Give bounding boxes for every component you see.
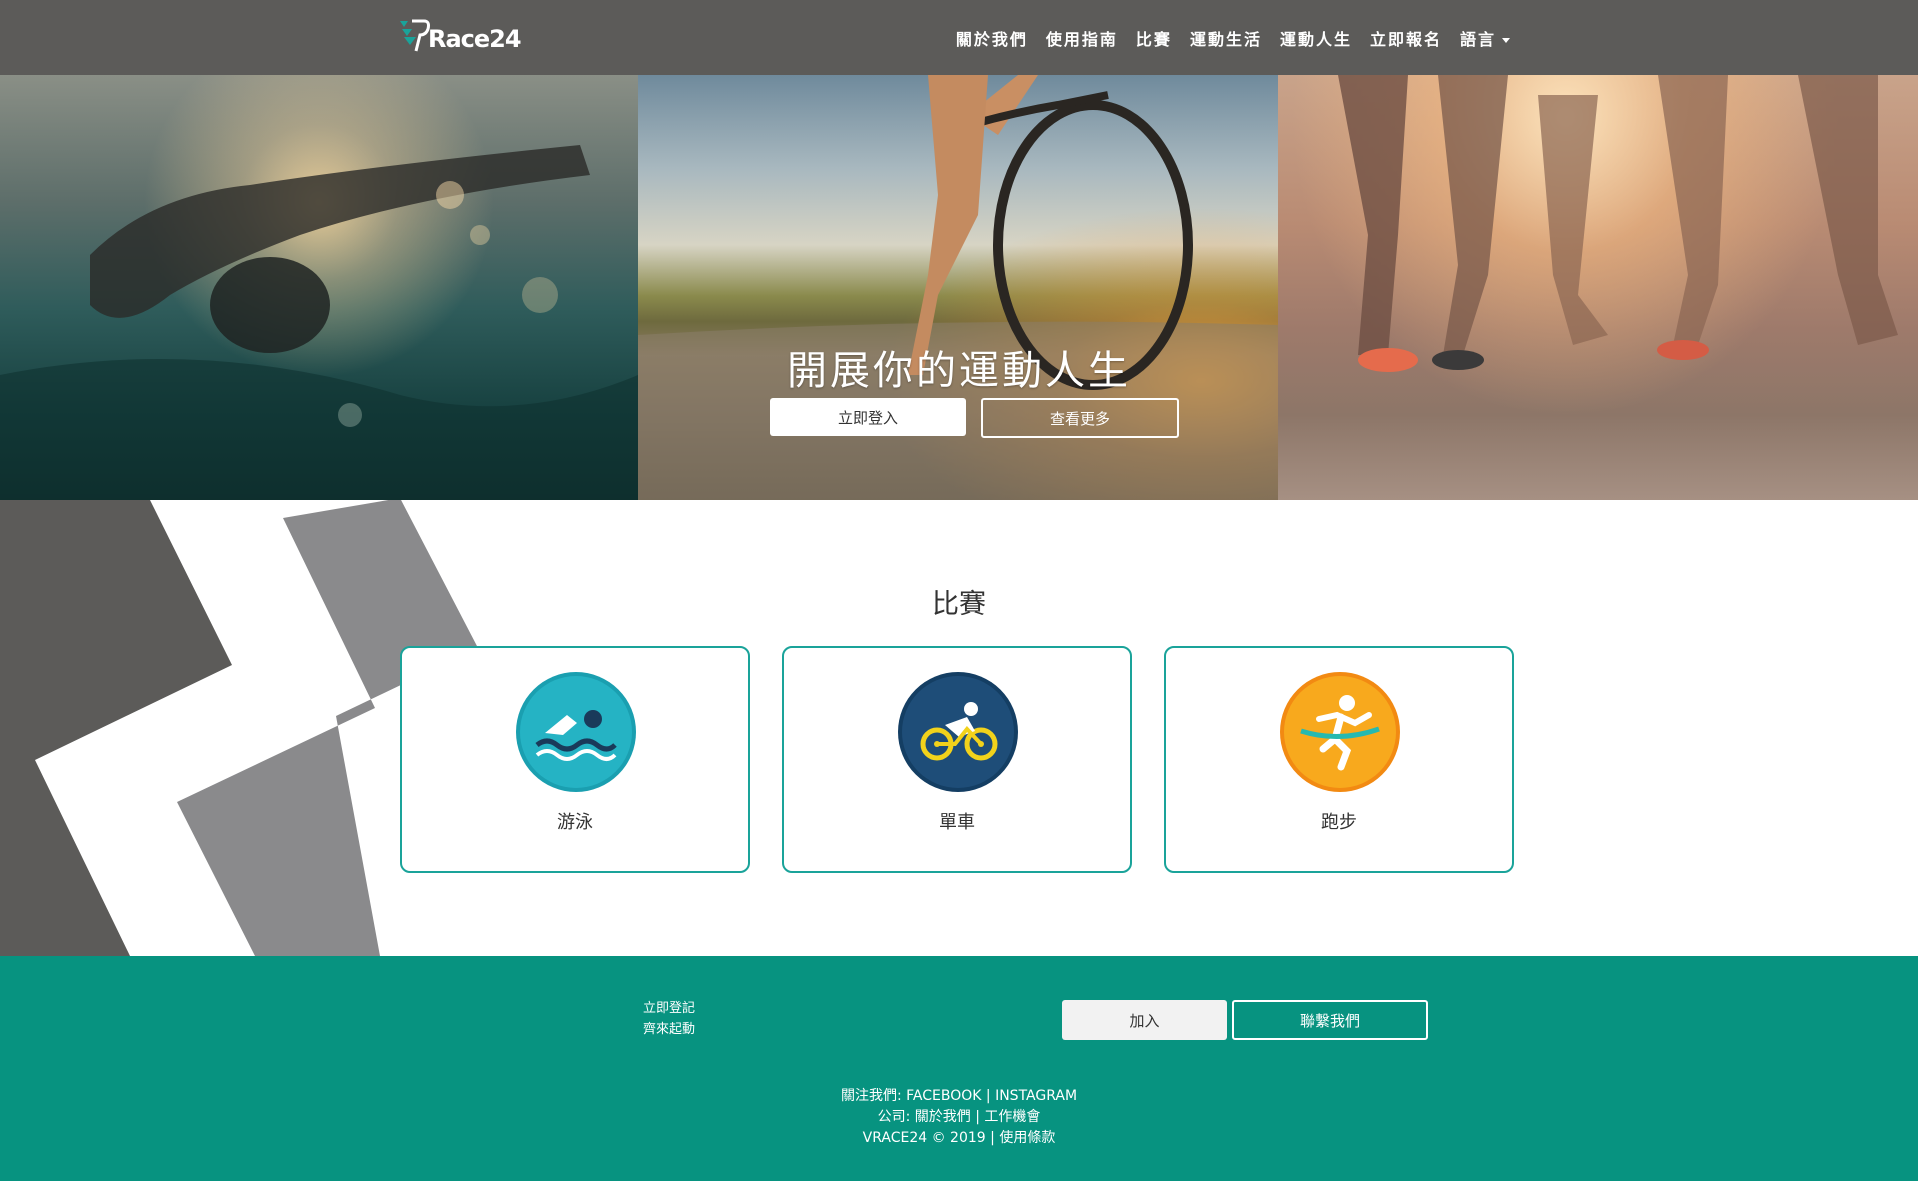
company-label: 公司: [877, 1109, 911, 1125]
race-card-running[interactable]: 跑步 [1164, 646, 1514, 873]
hero-title: 開展你的運動人生 [787, 348, 1131, 394]
running-icon [1280, 672, 1400, 792]
nav-item-guide[interactable]: 使用指南 [1046, 26, 1118, 50]
instagram-link[interactable]: INSTAGRAM [995, 1088, 1077, 1104]
cta-line-1: 立即登記 [643, 1001, 696, 1016]
section-title: 比賽 [932, 589, 986, 620]
hero-image-swimming [0, 75, 638, 500]
language-dropdown[interactable]: 語言 [1460, 26, 1510, 50]
races-section: 比賽 游泳 單車 跑步 [0, 500, 1918, 956]
hero-image-running [1278, 75, 1918, 500]
brand-logo[interactable]: Race24 [398, 17, 538, 57]
nav-menu: 關於我們 使用指南 比賽 運動生活 運動人生 立即報名 語言 [956, 0, 1510, 75]
race-card-label: 跑步 [1321, 812, 1357, 833]
navbar: Race24 關於我們 使用指南 比賽 運動生活 運動人生 立即報名 語言 [0, 0, 1918, 75]
hero-image-cycling [638, 75, 1278, 500]
swimmer-silhouette [0, 145, 638, 500]
logo-text: Race24 [428, 25, 522, 53]
cycling-icon [898, 672, 1018, 792]
runners-silhouette [1338, 75, 1898, 372]
race-card-cycling[interactable]: 單車 [782, 646, 1132, 873]
nav-item-sports-living[interactable]: 運動生活 [1190, 26, 1262, 50]
about-link[interactable]: 關於我們 [915, 1109, 971, 1125]
caret-down-icon [1502, 37, 1510, 43]
footer-cta: 立即登記 齊來起動 [643, 998, 695, 1040]
bicycle-silhouette [638, 75, 1278, 500]
language-label: 語言 [1459, 29, 1496, 49]
cta-line-2: 齊來起動 [643, 1022, 696, 1037]
footer-company-row: 公司: 關於我們 | 工作機會 [0, 1107, 1918, 1128]
footer-info: 關注我們: FACEBOOK | INSTAGRAM 公司: 關於我們 | 工作… [0, 1086, 1918, 1149]
login-button[interactable]: 立即登入 [770, 398, 966, 436]
footer-social-row: 關注我們: FACEBOOK | INSTAGRAM [0, 1086, 1918, 1107]
follow-label: 關注我們: [840, 1088, 902, 1104]
nav-item-about[interactable]: 關於我們 [956, 26, 1028, 50]
join-button[interactable]: 加入 [1062, 1000, 1227, 1040]
footer: 立即登記 齊來起動 加入 聯繫我們 關注我們: FACEBOOK | INSTA… [0, 956, 1918, 1181]
logo-mark-icon [400, 19, 430, 52]
hero-banner: 開展你的運動人生 立即登入 查看更多 [0, 75, 1918, 500]
footer-legal-row: VRACE24 © 2019 | 使用條款 [0, 1128, 1918, 1149]
copyright-text: VRACE24 © 2019 [862, 1130, 986, 1146]
careers-link[interactable]: 工作機會 [984, 1109, 1040, 1125]
contact-us-button[interactable]: 聯繫我們 [1232, 1000, 1428, 1040]
nav-item-races[interactable]: 比賽 [1136, 26, 1172, 50]
race-card-swimming[interactable]: 游泳 [400, 646, 750, 873]
learn-more-button[interactable]: 查看更多 [981, 398, 1179, 438]
swimming-icon [516, 672, 636, 792]
race-card-label: 游泳 [557, 812, 593, 833]
separator: | [985, 1088, 991, 1104]
race-card-label: 單車 [939, 812, 975, 833]
terms-link[interactable]: 使用條款 [999, 1130, 1055, 1146]
separator: | [975, 1109, 980, 1125]
facebook-link[interactable]: FACEBOOK [906, 1088, 981, 1104]
nav-item-sports-life[interactable]: 運動人生 [1280, 26, 1352, 50]
nav-item-register[interactable]: 立即報名 [1370, 26, 1442, 50]
separator: | [990, 1130, 995, 1146]
